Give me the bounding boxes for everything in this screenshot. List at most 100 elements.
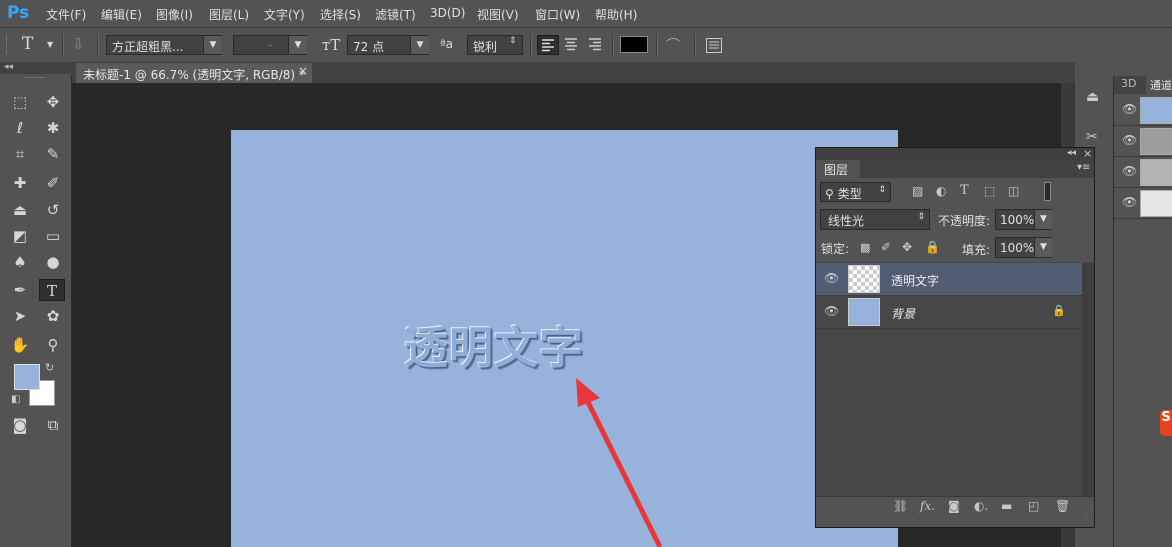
divider bbox=[530, 34, 532, 56]
menu-edit[interactable]: 编辑(E) bbox=[101, 6, 142, 23]
eyedropper-tool-icon[interactable]: ✎ bbox=[40, 143, 66, 165]
brush-tool-icon[interactable]: ✐ bbox=[40, 172, 66, 194]
side-badge[interactable]: S bbox=[1160, 410, 1172, 436]
screen-mode-icon[interactable]: ⧉ bbox=[40, 414, 66, 436]
magic-wand-tool-icon[interactable]: ✱ bbox=[40, 117, 66, 139]
warp-text-icon[interactable]: ⌒ bbox=[666, 35, 680, 55]
tab-channels[interactable]: 通道 bbox=[1146, 76, 1172, 94]
menu-image[interactable]: 图像(I) bbox=[156, 6, 193, 23]
menu-3d[interactable]: 3D(D) bbox=[430, 6, 465, 20]
panel-menu-icon[interactable]: ▾≡ bbox=[1077, 162, 1090, 173]
collapse-panel-icon[interactable]: ◂◂ bbox=[1067, 148, 1076, 158]
path-selection-tool-icon[interactable]: ➤ bbox=[7, 305, 33, 327]
zoom-tool-icon[interactable]: ⚲ bbox=[40, 334, 66, 356]
filter-pixel-icon[interactable]: ▨ bbox=[912, 184, 923, 198]
menu-layer[interactable]: 图层(L) bbox=[209, 6, 249, 23]
lasso-tool-icon[interactable]: ℓ bbox=[7, 117, 33, 139]
history-brush-tool-icon[interactable]: ↺ bbox=[40, 199, 66, 221]
tools-panel-icon[interactable]: ✂ bbox=[1086, 129, 1098, 145]
chevron-down-icon[interactable]: ▼ bbox=[1034, 210, 1052, 229]
delete-layer-icon[interactable]: 🗑 bbox=[1055, 499, 1070, 513]
close-tab-icon[interactable]: × bbox=[298, 64, 308, 78]
eye-icon[interactable]: 👁 bbox=[824, 271, 839, 285]
text-orientation-icon[interactable]: ⇩ bbox=[72, 35, 85, 53]
channel-row[interactable]: 👁 bbox=[1114, 95, 1172, 126]
eye-icon[interactable]: 👁 bbox=[1122, 164, 1137, 178]
hand-tool-icon[interactable]: ✋ bbox=[7, 334, 33, 356]
layer-row-text[interactable]: 👁 透明文字 bbox=[816, 263, 1082, 296]
align-right-button[interactable] bbox=[585, 35, 607, 55]
menu-filter[interactable]: 滤镜(T) bbox=[375, 6, 416, 23]
text-color-swatch[interactable] bbox=[620, 36, 648, 53]
chevron-down-icon[interactable]: ▼ bbox=[410, 36, 429, 54]
menu-view[interactable]: 视图(V) bbox=[477, 6, 519, 23]
character-panel-button[interactable] bbox=[705, 37, 723, 57]
new-group-icon[interactable]: ▬ bbox=[1001, 499, 1012, 513]
filter-adjustment-icon[interactable]: ◐ bbox=[936, 184, 946, 198]
resize-grip[interactable]: ⋰ bbox=[1084, 508, 1092, 517]
chevron-down-icon[interactable]: ▼ bbox=[288, 36, 307, 54]
quick-mask-icon[interactable]: ◙ bbox=[7, 414, 33, 436]
marquee-tool-icon[interactable]: ⬚ bbox=[7, 91, 33, 113]
menu-help[interactable]: 帮助(H) bbox=[595, 6, 637, 23]
close-panel-icon[interactable]: × bbox=[1083, 147, 1092, 160]
filter-shape-icon[interactable]: ⬚ bbox=[984, 184, 995, 198]
layer-row-background[interactable]: 👁 背景 🔒 bbox=[816, 296, 1082, 329]
layer-list-scrollbar[interactable] bbox=[1082, 263, 1094, 496]
layers-panel-titlebar[interactable] bbox=[816, 148, 1094, 160]
gradient-tool-icon[interactable]: ▭ bbox=[40, 225, 66, 247]
filter-type-icon[interactable]: T bbox=[960, 183, 969, 198]
canvas-transparent-text[interactable]: 透明文字 bbox=[404, 312, 584, 376]
channel-row[interactable]: 👁 bbox=[1114, 126, 1172, 157]
document-tab[interactable]: 未标题-1 @ 66.7% (透明文字, RGB/8) * bbox=[76, 63, 312, 83]
custom-shape-tool-icon[interactable]: ✿ bbox=[40, 305, 66, 327]
align-center-button[interactable] bbox=[561, 35, 583, 55]
menu-select[interactable]: 选择(S) bbox=[320, 6, 361, 23]
menu-window[interactable]: 窗口(W) bbox=[535, 6, 580, 23]
chevron-updown-icon[interactable]: ⇕ bbox=[509, 36, 517, 46]
collapse-arrows-icon[interactable]: ◂◂ bbox=[4, 62, 13, 72]
channel-row[interactable]: 👁 bbox=[1114, 188, 1172, 219]
lock-transparent-icon[interactable]: ▩ bbox=[860, 241, 870, 254]
link-layers-icon[interactable]: ⛓ bbox=[893, 499, 908, 513]
align-left-button[interactable] bbox=[537, 35, 559, 55]
eye-icon[interactable]: 👁 bbox=[1122, 195, 1137, 209]
eye-icon[interactable]: 👁 bbox=[1122, 102, 1137, 116]
swap-colors-icon[interactable]: ↻ bbox=[45, 361, 54, 374]
menu-file[interactable]: 文件(F) bbox=[46, 6, 86, 23]
add-mask-icon[interactable]: ◙ bbox=[948, 499, 960, 513]
move-tool-icon[interactable]: ✥ bbox=[40, 91, 66, 113]
eye-icon[interactable]: 👁 bbox=[1122, 133, 1137, 147]
chevron-down-icon[interactable]: ▼ bbox=[1034, 238, 1052, 257]
lock-paint-icon[interactable]: ✐ bbox=[881, 240, 891, 254]
menu-type[interactable]: 文字(Y) bbox=[264, 6, 305, 23]
filter-toggle[interactable] bbox=[1044, 182, 1051, 201]
lock-all-icon[interactable]: 🔒 bbox=[925, 240, 940, 254]
healing-brush-tool-icon[interactable]: ✚ bbox=[7, 172, 33, 194]
chevron-down-icon[interactable]: ▼ bbox=[203, 36, 222, 54]
dodge-tool-icon[interactable]: ● bbox=[40, 251, 66, 273]
stamp-panel-icon[interactable]: ⏏ bbox=[1086, 89, 1099, 105]
tab-layers[interactable]: 图层 bbox=[816, 160, 860, 178]
adjustment-layer-icon[interactable]: ◐. bbox=[974, 499, 988, 513]
chevron-down-icon[interactable]: ▼ bbox=[47, 40, 53, 49]
layer-filter-select[interactable]: ⚲ 类型 ⇕ bbox=[820, 182, 891, 202]
channel-row[interactable]: 👁 bbox=[1114, 157, 1172, 188]
foreground-color-swatch[interactable] bbox=[14, 364, 40, 390]
clone-stamp-tool-icon[interactable]: ⏏ bbox=[7, 199, 33, 221]
new-layer-icon[interactable]: ◰ bbox=[1028, 499, 1039, 513]
type-tool-icon[interactable]: T bbox=[39, 279, 65, 301]
blur-tool-icon[interactable]: ♠ bbox=[7, 251, 33, 273]
default-colors-icon[interactable]: ◧ bbox=[11, 394, 20, 405]
type-tool-preset-icon[interactable]: T bbox=[22, 34, 33, 54]
photoshop-logo[interactable]: Ps bbox=[7, 3, 29, 23]
crop-tool-icon[interactable]: ⌗ bbox=[7, 143, 33, 165]
filter-smart-object-icon[interactable]: ◫ bbox=[1008, 184, 1019, 198]
eraser-tool-icon[interactable]: ◩ bbox=[7, 225, 33, 247]
fx-icon[interactable]: fx. bbox=[920, 499, 935, 513]
tab-3d[interactable]: 3D bbox=[1121, 77, 1136, 90]
eye-icon[interactable]: 👁 bbox=[824, 304, 839, 318]
pen-tool-icon[interactable]: ✒ bbox=[7, 279, 33, 301]
lock-position-icon[interactable]: ✥ bbox=[902, 240, 912, 254]
blend-mode-select[interactable]: 线性光 ⇕ bbox=[820, 209, 930, 230]
